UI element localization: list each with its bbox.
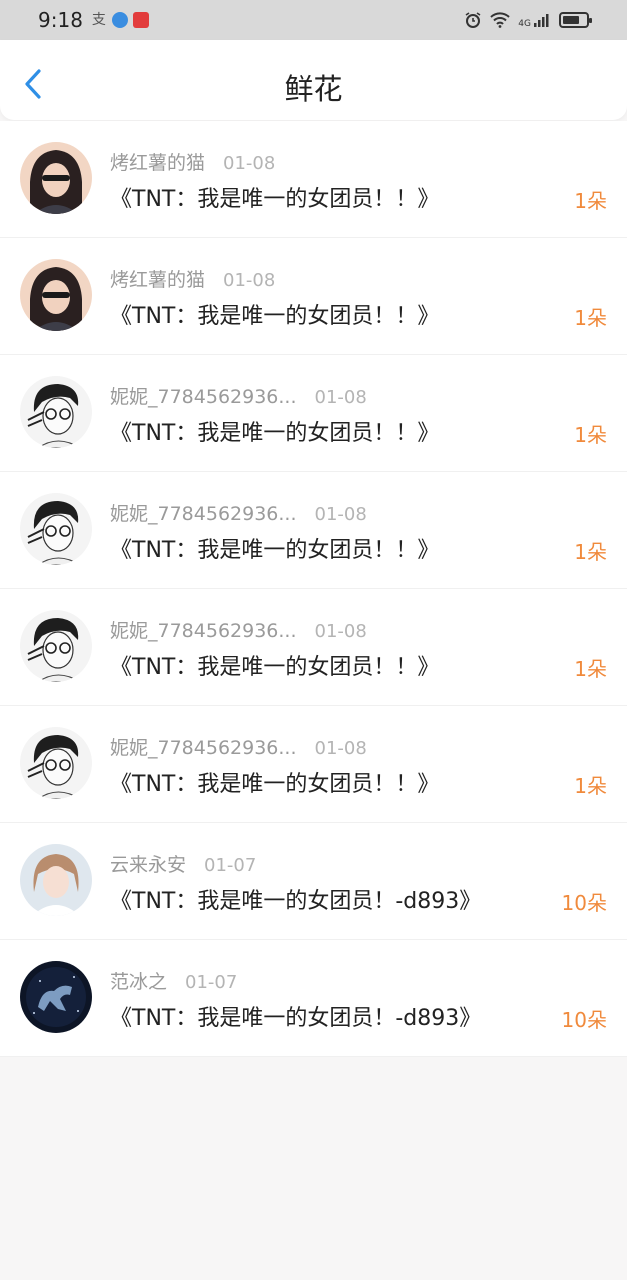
username[interactable]: 烤红薯的猫 [110, 148, 205, 175]
date: 01-08 [314, 504, 367, 525]
list-item[interactable]: 烤红薯的猫 01-08 《TNT：我是唯一的女团员！！》 1朵 [0, 238, 627, 355]
date: 01-08 [223, 153, 276, 174]
signal-icon [534, 14, 549, 27]
date: 01-08 [223, 270, 276, 291]
page-title: 鲜花 [284, 72, 343, 106]
flower-list: 烤红薯的猫 01-08 《TNT：我是唯一的女团员！！》 1朵 烤红薯的猫 01… [0, 121, 627, 1057]
flower-count: 10朵 [561, 1008, 607, 1032]
username[interactable]: 妮妮_7784562936... [110, 616, 297, 643]
list-item[interactable]: 妮妮_7784562936... 01-08 《TNT：我是唯一的女团员！！》 … [0, 706, 627, 823]
list-item[interactable]: 云来永安 01-07 《TNT：我是唯一的女团员！-d893》 10朵 [0, 823, 627, 940]
flower-count: 1朵 [574, 540, 607, 564]
username[interactable]: 范冰之 [110, 967, 167, 994]
username[interactable]: 妮妮_7784562936... [110, 382, 297, 409]
username[interactable]: 妮妮_7784562936... [110, 733, 297, 760]
flower-count: 1朵 [574, 423, 607, 447]
item-meta: 烤红薯的猫 01-08 [110, 148, 275, 175]
book-title[interactable]: 《TNT：我是唯一的女团员！！》 [110, 766, 439, 798]
avatar[interactable] [20, 259, 92, 331]
status-app-icons: 支 [91, 12, 149, 28]
book-title[interactable]: 《TNT：我是唯一的女团员！-d893》 [110, 1000, 481, 1032]
book-title[interactable]: 《TNT：我是唯一的女团员！！》 [110, 532, 439, 564]
alipay-icon: 支 [91, 12, 106, 28]
app-icon [132, 12, 149, 28]
item-meta: 妮妮_7784562936... 01-08 [110, 616, 367, 643]
item-meta: 妮妮_7784562936... 01-08 [110, 499, 367, 526]
avatar[interactable] [20, 610, 92, 682]
list-item[interactable]: 范冰之 01-07 《TNT：我是唯一的女团员！-d893》 10朵 [0, 940, 627, 1057]
status-right: 4G [464, 11, 592, 29]
item-meta: 范冰之 01-07 [110, 967, 237, 994]
item-meta: 烤红薯的猫 01-08 [110, 265, 275, 292]
list-item[interactable]: 妮妮_7784562936... 01-08 《TNT：我是唯一的女团员！！》 … [0, 589, 627, 706]
avatar[interactable] [20, 727, 92, 799]
flower-count: 1朵 [574, 306, 607, 330]
flower-count: 1朵 [574, 189, 607, 213]
book-title[interactable]: 《TNT：我是唯一的女团员！！》 [110, 298, 439, 330]
list-item[interactable]: 烤红薯的猫 01-08 《TNT：我是唯一的女团员！！》 1朵 [0, 121, 627, 238]
network-type: 4G [518, 19, 531, 29]
book-title[interactable]: 《TNT：我是唯一的女团员！！》 [110, 181, 439, 213]
list-item[interactable]: 妮妮_7784562936... 01-08 《TNT：我是唯一的女团员！！》 … [0, 472, 627, 589]
browser-icon [111, 12, 128, 28]
flower-count: 1朵 [574, 774, 607, 798]
avatar[interactable] [20, 844, 92, 916]
status-time: 9:18 [38, 8, 83, 32]
username[interactable]: 云来永安 [110, 850, 186, 877]
book-title[interactable]: 《TNT：我是唯一的女团员！-d893》 [110, 883, 481, 915]
book-title[interactable]: 《TNT：我是唯一的女团员！！》 [110, 649, 439, 681]
date: 01-08 [314, 387, 367, 408]
date: 01-08 [314, 621, 367, 642]
date: 01-08 [314, 738, 367, 759]
date: 01-07 [185, 972, 238, 993]
avatar[interactable] [20, 376, 92, 448]
avatar[interactable] [20, 142, 92, 214]
wifi-icon [490, 12, 510, 28]
header: 鲜花 [0, 40, 627, 120]
flower-count: 1朵 [574, 657, 607, 681]
item-meta: 妮妮_7784562936... 01-08 [110, 733, 367, 760]
avatar[interactable] [20, 493, 92, 565]
book-title[interactable]: 《TNT：我是唯一的女团员！！》 [110, 415, 439, 447]
status-bar: 9:18 支 4G [0, 0, 627, 40]
item-meta: 云来永安 01-07 [110, 850, 256, 877]
list-item[interactable]: 妮妮_7784562936... 01-08 《TNT：我是唯一的女团员！！》 … [0, 355, 627, 472]
flower-count: 10朵 [561, 891, 607, 915]
alarm-icon [465, 12, 481, 28]
date: 01-07 [204, 855, 257, 876]
username[interactable]: 妮妮_7784562936... [110, 499, 297, 526]
username[interactable]: 烤红薯的猫 [110, 265, 205, 292]
item-meta: 妮妮_7784562936... 01-08 [110, 382, 367, 409]
battery-icon [559, 12, 592, 28]
avatar[interactable] [20, 961, 92, 1033]
